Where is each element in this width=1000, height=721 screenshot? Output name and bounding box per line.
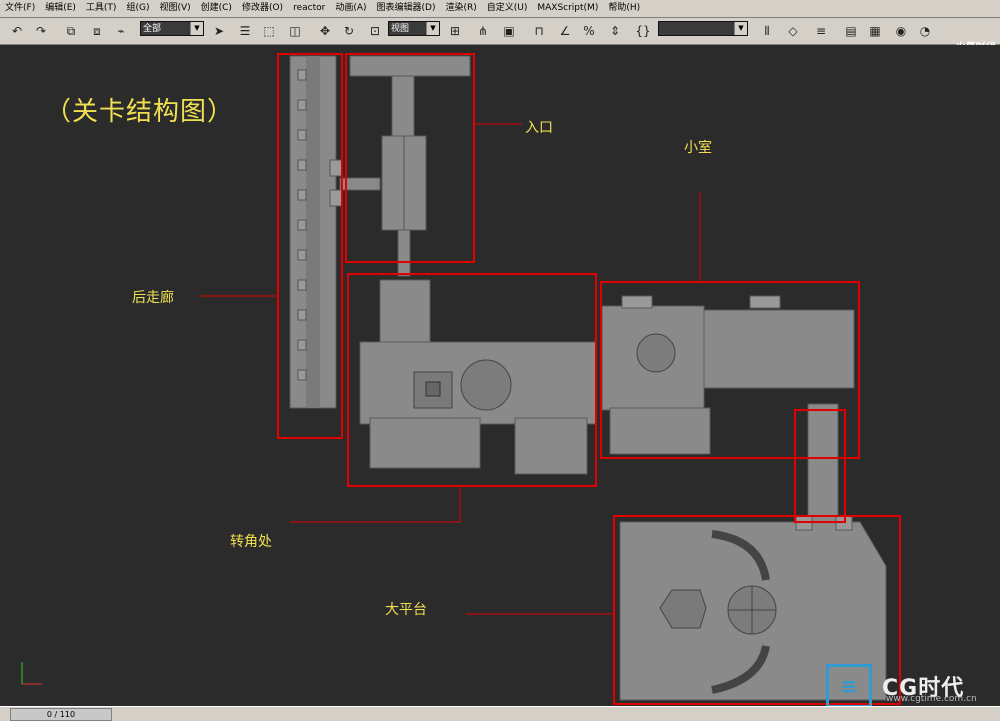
watermark-url: www.cgtime.com.cn (886, 694, 977, 704)
small-room-bottom-geometry (609, 407, 711, 455)
menu-item[interactable]: 编辑(E) (40, 0, 81, 17)
label-platform: 大平台 (385, 602, 427, 618)
window-crossing-icon[interactable]: ◫ (286, 22, 304, 40)
label-corner: 转角处 (230, 534, 272, 550)
axis-gizmo-icon (21, 662, 42, 685)
main-toolbar: ↶ ↷ ⧉ ⧈ ⌁ 全部 ▼ ➤ ☰ ⬚ ◫ ✥ ↻ ⊡ 视图 ▼ ⊞ ⋔ ▣ ⊓ … (0, 18, 1000, 53)
keyboard-shortcut-icon[interactable]: ▣ (500, 22, 518, 40)
octagon-tower (460, 359, 512, 411)
selection-filter-dropdown[interactable]: 全部 ▼ (140, 21, 204, 36)
reference-coordinate-dropdown[interactable]: 视图 ▼ (388, 21, 440, 36)
link-icon[interactable]: ⧉ (62, 22, 80, 40)
small-room-right-geometry (703, 309, 855, 389)
label-entrance: 入口 (525, 120, 553, 136)
menu-item[interactable]: 渲染(R) (440, 0, 481, 17)
spinner-snap-icon[interactable]: ⇕ (606, 22, 624, 40)
curve-editor-icon[interactable]: ▤ (842, 22, 860, 40)
layer-manager-icon[interactable]: ≡ (812, 22, 830, 40)
undo-icon[interactable]: ↶ (8, 22, 26, 40)
unlink-icon[interactable]: ⧈ (88, 22, 106, 40)
align-icon[interactable]: ◇ (784, 22, 802, 40)
corridor-inner (306, 56, 320, 408)
cg-logo-icon: ≡ (826, 664, 872, 708)
render-setup-icon[interactable]: ◔ (916, 22, 934, 40)
snap-icon[interactable]: ⊓ (530, 22, 548, 40)
menu-item[interactable]: 组(G) (121, 0, 154, 17)
menu-item[interactable]: 工具(T) (81, 0, 122, 17)
menu-item[interactable]: reactor (288, 0, 330, 17)
select-by-name-icon[interactable]: ☰ (236, 22, 254, 40)
rect-selection-icon[interactable]: ⬚ (260, 22, 278, 40)
top-viewport[interactable]: （关卡结构图） 入口 后走廊 小室 转角处 大平台 (0, 45, 1000, 706)
chevron-down-icon: ▼ (734, 22, 747, 35)
rotate-icon[interactable]: ↻ (340, 22, 358, 40)
corner-top-geometry (379, 279, 431, 343)
material-editor-icon[interactable]: ◉ (892, 22, 910, 40)
menu-item[interactable]: 修改器(O) (237, 0, 288, 17)
entrance-hall-geometry (391, 75, 415, 137)
menu-item[interactable]: 帮助(H) (603, 0, 645, 17)
menu-item[interactable]: 自定义(U) (482, 0, 533, 17)
mirror-icon[interactable]: ⫴ (758, 22, 776, 40)
platform-corridor-geometry (807, 403, 839, 523)
angle-snap-icon[interactable]: ∠ (556, 22, 574, 40)
menu-item[interactable]: 创建(C) (196, 0, 237, 17)
menu-bar: 文件(F) 编辑(E) 工具(T) 组(G) 视图(V) 创建(C) 修改器(O) react… (0, 0, 1000, 18)
pivot-icon[interactable]: ⊞ (446, 22, 464, 40)
diagram-title: （关卡结构图） (45, 97, 235, 127)
bind-spacewarp-icon[interactable]: ⌁ (112, 22, 130, 40)
named-selection-dropdown[interactable]: ▼ (658, 21, 748, 36)
redo-icon[interactable]: ↷ (32, 22, 50, 40)
menu-item[interactable]: 视图(V) (154, 0, 195, 17)
menu-item[interactable]: 动画(A) (330, 0, 371, 17)
menu-item[interactable]: 文件(F) (0, 0, 40, 17)
percent-snap-icon[interactable]: % (580, 22, 598, 40)
menu-item[interactable]: 图表编辑器(D) (372, 0, 441, 17)
select-object-icon[interactable]: ➤ (210, 22, 228, 40)
corner-bottom-left-geometry (369, 417, 481, 469)
status-bar: 0 / 110 (0, 706, 1000, 721)
schematic-view-icon[interactable]: ▦ (866, 22, 884, 40)
chevron-down-icon: ▼ (426, 22, 439, 35)
time-slider[interactable]: 0 / 110 (10, 708, 112, 721)
label-small-room: 小室 (684, 140, 712, 156)
move-icon[interactable]: ✥ (316, 22, 334, 40)
named-selection-icon[interactable]: {} (634, 22, 652, 40)
corner-bottom-right-geometry (514, 417, 588, 475)
menu-item[interactable]: MAXScript(M) (532, 0, 603, 17)
label-back-corridor: 后走廊 (132, 290, 174, 306)
watermark-logo: ≡ CG时代 www.cgtime.com.cn (826, 664, 977, 708)
entrance-top-geometry (349, 55, 471, 77)
entrance-bridge-geometry (397, 229, 411, 277)
scale-icon[interactable]: ⊡ (366, 22, 384, 40)
select-manipulate-icon[interactable]: ⋔ (474, 22, 492, 40)
chevron-down-icon: ▼ (190, 22, 203, 35)
level-map (200, 53, 901, 705)
